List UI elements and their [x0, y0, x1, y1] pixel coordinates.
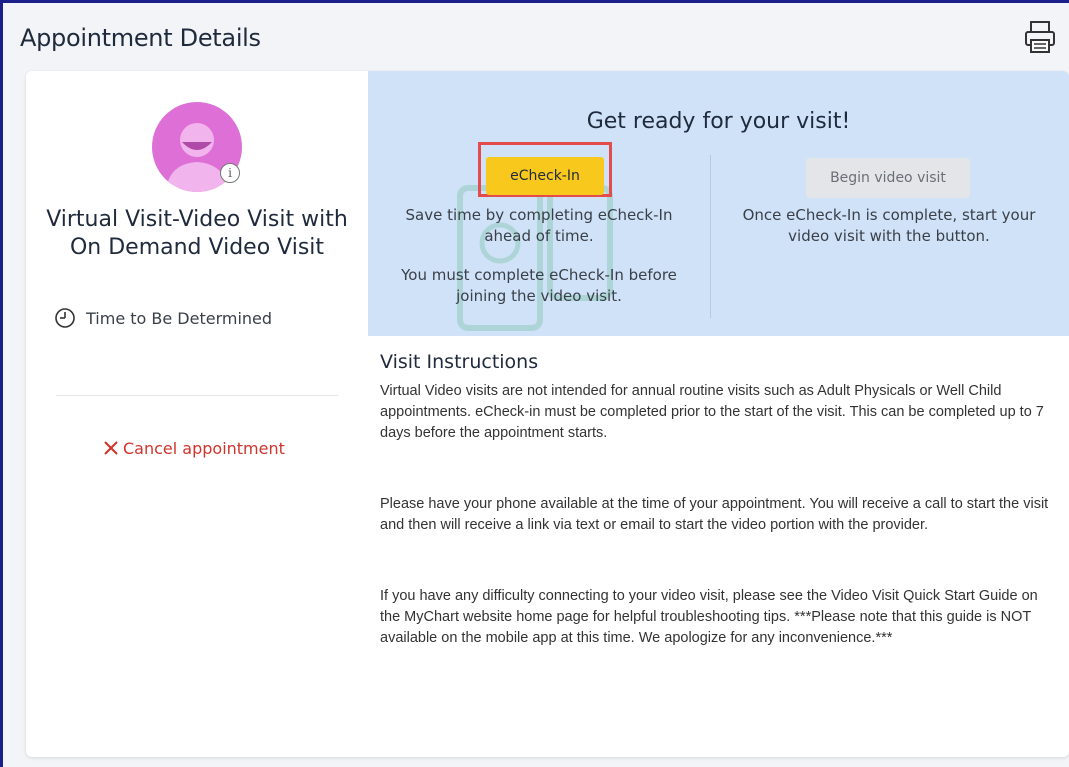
visit-time: Time to Be Determined	[54, 306, 272, 330]
begin-video-visit-button[interactable]: Begin video visit	[806, 158, 970, 198]
close-icon	[104, 441, 118, 455]
clock-icon	[55, 308, 75, 328]
echeck-in-button[interactable]: eCheck-In	[486, 157, 604, 195]
app-frame: Appointment Details i Virtual Visit-Vide	[0, 0, 1069, 767]
appointment-summary: i Virtual Visit-Video Visit with On Dema…	[26, 71, 368, 757]
visit-instructions-title: Visit Instructions	[380, 351, 539, 373]
echeck-in-requirement: You must complete eCheck-In before joini…	[401, 266, 677, 305]
get-ready-title: Get ready for your visit!	[586, 109, 851, 134]
instruction-paragraph: If you have any difficulty connecting to…	[380, 588, 1038, 646]
info-icon[interactable]: i	[220, 163, 240, 183]
video-visit-description: Once eCheck-In is complete, start your v…	[742, 206, 1036, 245]
divider	[710, 155, 711, 318]
echeck-in-description: Save time by completing eCheck-In ahead …	[405, 206, 673, 245]
page-header: Appointment Details	[3, 3, 1069, 73]
cancel-appointment-link[interactable]: Cancel appointment	[102, 437, 285, 459]
get-ready-panel: Get ready for your visit! eCheck-In Save…	[368, 71, 1069, 336]
instruction-paragraph: Virtual Video visits are not intended fo…	[380, 383, 1044, 441]
printer-icon[interactable]	[1023, 19, 1057, 55]
cancel-appointment-label: Cancel appointment	[123, 438, 285, 458]
instruction-paragraph: Please have your phone available at the …	[380, 496, 1049, 533]
page-title: Appointment Details	[20, 24, 261, 52]
visit-time-text: Time to Be Determined	[86, 308, 273, 328]
appointment-card: i Virtual Visit-Video Visit with On Dema…	[26, 71, 1069, 757]
divider	[56, 395, 338, 396]
visit-title: Virtual Visit-Video Visit with On Demand…	[46, 207, 348, 260]
visit-instructions: Visit Instructions Virtual Video visits …	[380, 351, 1060, 699]
visit-details: Get ready for your visit! eCheck-In Save…	[368, 71, 1069, 757]
